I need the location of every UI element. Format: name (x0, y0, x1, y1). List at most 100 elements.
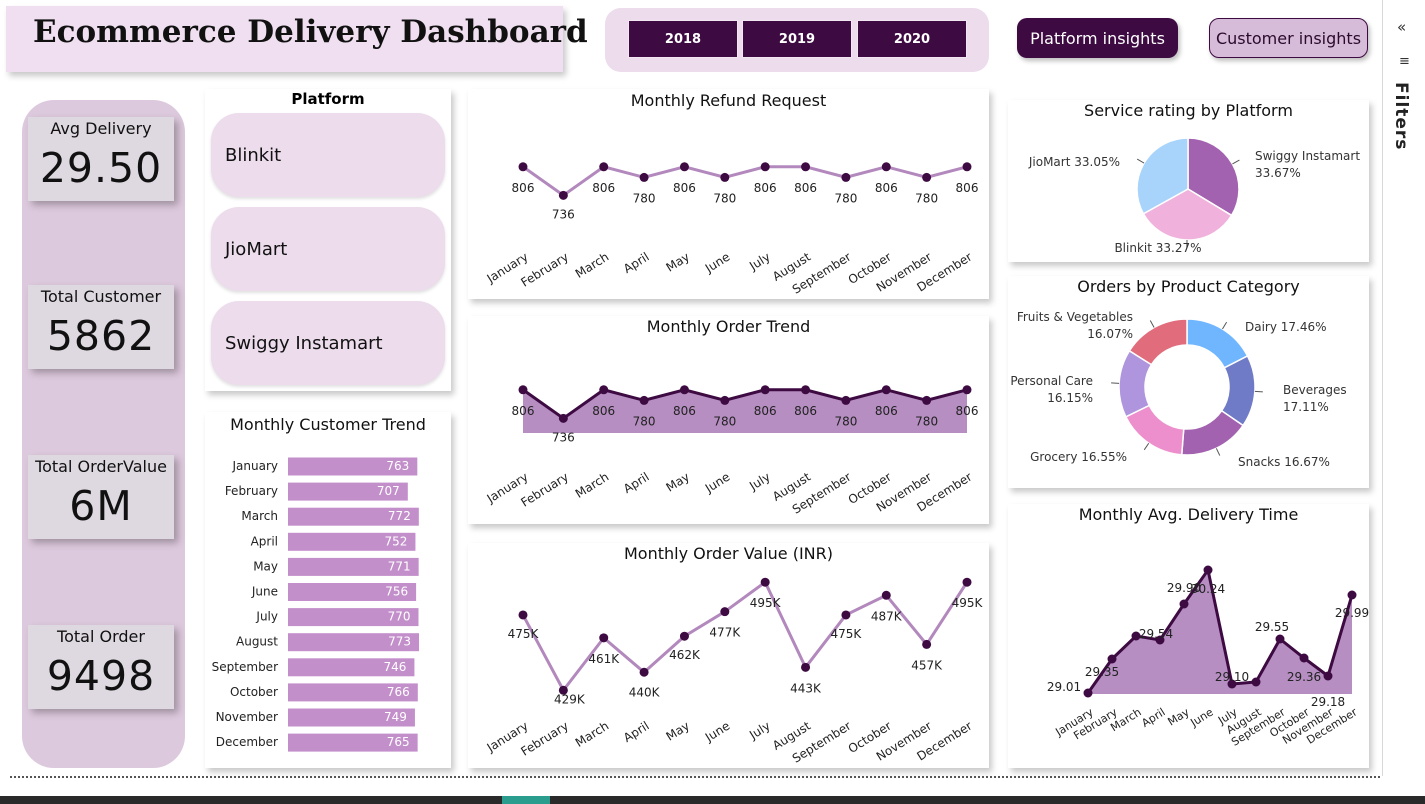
bottom-divider (10, 776, 1380, 778)
x-tick-label: May (664, 470, 692, 495)
series-line (522, 165, 968, 198)
collapse-chevron-icon[interactable]: « (1397, 18, 1406, 36)
data-point (599, 385, 609, 395)
bar-category-label: June (251, 585, 278, 599)
data-label: 780 (633, 191, 656, 205)
platform-title: Platform (291, 90, 365, 108)
data-point (518, 385, 528, 395)
customer-trend-chart: January 763 February 707 March 772 April 752 May… (212, 457, 419, 752)
leader-line (1222, 321, 1228, 330)
data-point (801, 385, 811, 395)
kpi-value: 5862 (46, 312, 156, 360)
customer-insights-button[interactable]: Customer insights (1209, 18, 1368, 58)
data-point (639, 667, 649, 677)
data-point (558, 413, 568, 423)
bar-category-label: August (236, 635, 278, 649)
data-label: 495K (952, 596, 984, 610)
slice-label: 17.11% (1283, 400, 1329, 414)
bar-category-label: January (232, 459, 279, 473)
kpi-total-order: Total Order 9498 (28, 625, 174, 709)
data-label: 736 (552, 430, 575, 444)
slice-label: Fruits & Vegetables (1017, 310, 1133, 324)
x-tick-label: June (702, 719, 732, 745)
title-banner: Ecommerce Delivery Dashboard (6, 6, 588, 72)
x-tick-label: June (1188, 705, 1216, 729)
data-point (760, 385, 770, 395)
data-label: 806 (794, 181, 817, 195)
kpi-label: Total OrderValue (35, 457, 167, 476)
data-point (881, 385, 891, 395)
year-button-2020[interactable]: 2020 (857, 20, 967, 58)
data-label: 461K (588, 652, 620, 666)
data-label: 780 (633, 414, 656, 428)
bar-category-label: December (216, 735, 278, 749)
kpi-value: 29.50 (39, 144, 163, 192)
data-label: 462K (669, 648, 701, 662)
bar-value-label: 772 (388, 509, 411, 523)
slice-label: JioMart 33.05% (1028, 155, 1120, 169)
data-point (1275, 634, 1285, 644)
data-label: 806 (592, 181, 615, 195)
data-point (720, 395, 730, 405)
bar-value-label: 773 (388, 635, 411, 649)
platform-item-jiomart[interactable]: JioMart (211, 207, 445, 291)
data-point (962, 162, 972, 172)
x-tick-label: April (621, 470, 652, 496)
year-slicer: 2018 2019 2020 (605, 8, 989, 72)
year-button-2018[interactable]: 2018 (628, 20, 738, 58)
data-point (962, 385, 972, 395)
slice-label: Swiggy Instamart (1255, 149, 1360, 163)
kpi-label: Total Customer (40, 287, 162, 306)
x-tick-label: May (664, 719, 692, 744)
leader-line (1136, 158, 1145, 164)
platform-item-blinkit[interactable]: Blinkit (211, 113, 445, 197)
bar-value-label: 749 (384, 710, 407, 724)
kpi-total-customer: Total Customer 5862 (28, 285, 174, 369)
slice-label: Grocery 16.55% (1030, 450, 1127, 464)
slice-label: Personal Care (1010, 374, 1093, 388)
data-label: 806 (754, 404, 777, 418)
data-point (1179, 599, 1189, 609)
data-label: 806 (673, 181, 696, 195)
slice-label: Dairy 17.46% (1245, 320, 1327, 334)
data-point (679, 162, 689, 172)
platform-item-swiggy-instamart[interactable]: Swiggy Instamart (211, 301, 445, 385)
data-point (841, 172, 851, 182)
refund-chart: 806736806780806780806 806780806780806Janu… (484, 162, 979, 297)
year-button-2019[interactable]: 2019 (742, 20, 852, 58)
data-point (962, 577, 972, 587)
data-label: 477K (709, 626, 741, 640)
bar-category-label: March (241, 509, 278, 523)
data-point (518, 610, 528, 620)
platform-insights-button[interactable]: Platform insights (1017, 18, 1178, 58)
filters-pane[interactable]: « ≡ Filters (1382, 0, 1425, 776)
data-label: 806 (673, 404, 696, 418)
data-label: 443K (790, 681, 822, 695)
data-point (1323, 671, 1333, 681)
slice-label: 33.67% (1255, 166, 1301, 180)
data-label: 806 (754, 181, 777, 195)
x-tick-label: March (573, 719, 611, 750)
leader-line (1143, 442, 1150, 451)
data-label: 806 (956, 404, 979, 418)
data-point (518, 162, 528, 172)
bar-value-label: 707 (377, 484, 400, 498)
data-point (599, 633, 609, 643)
kpi-avg-delivery: Avg Delivery 29.50 (28, 117, 174, 201)
slice-label: 16.07% (1087, 327, 1133, 341)
bar-value-label: 752 (385, 534, 408, 548)
x-tick-label: May (664, 250, 692, 275)
platform-slicer: Platform Blinkit JioMart Swiggy Instamar… (205, 89, 451, 391)
page-tab-indicator[interactable] (502, 796, 550, 804)
data-label: 780 (915, 191, 938, 205)
order-trend-chart: 806736806780806780806 806780806780806Janu… (484, 385, 979, 517)
bar-value-label: 771 (388, 559, 411, 573)
data-point (720, 172, 730, 182)
data-point (558, 190, 568, 200)
filters-label[interactable]: Filters (1391, 82, 1411, 150)
data-label: 806 (956, 181, 979, 195)
data-label: 29.01 (1047, 680, 1081, 694)
bar-value-label: 770 (388, 610, 411, 624)
data-label: 487K (871, 609, 903, 623)
bottom-bar (0, 796, 1425, 804)
